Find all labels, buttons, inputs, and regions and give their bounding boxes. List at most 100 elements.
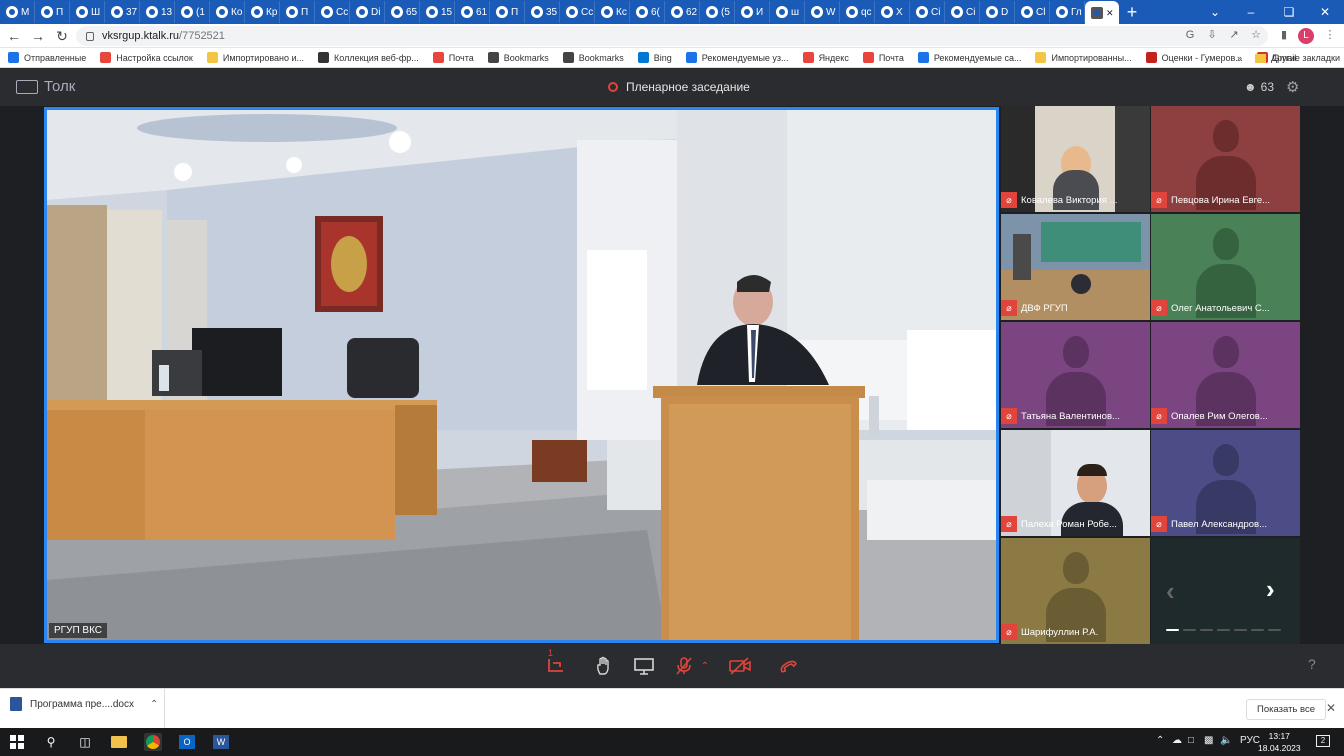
- participant-tile[interactable]: ⌀ Олег Анатольевич С...: [1151, 214, 1300, 320]
- page-dot[interactable]: [1268, 629, 1281, 631]
- word-icon[interactable]: W: [212, 733, 230, 751]
- browser-tab[interactable]: Кр: [245, 1, 280, 23]
- mic-button[interactable]: [672, 654, 696, 678]
- next-page-icon[interactable]: ›: [1266, 574, 1275, 605]
- browser-tab[interactable]: Кс: [595, 1, 630, 23]
- download-item[interactable]: Программа пре....docx ⌃: [10, 697, 158, 711]
- participant-tile[interactable]: ⌀ Палеха Роман Робе...: [1001, 430, 1150, 536]
- gear-icon[interactable]: ⚙: [1286, 78, 1299, 96]
- participant-tile[interactable]: ⌀ Татьяна Валентинов...: [1001, 322, 1150, 428]
- bookmark-item[interactable]: Почта: [432, 52, 474, 63]
- browser-tab[interactable]: (5: [700, 1, 735, 23]
- browser-tab[interactable]: Х: [875, 1, 910, 23]
- bookmark-item[interactable]: Почта: [862, 52, 904, 63]
- browser-tab[interactable]: П: [280, 1, 315, 23]
- browser-tab[interactable]: М: [0, 1, 35, 23]
- back-icon[interactable]: ←: [4, 26, 24, 46]
- page-dot[interactable]: [1166, 629, 1179, 631]
- participant-tile[interactable]: ⌀ ДВФ РГУП: [1001, 214, 1150, 320]
- network-icon[interactable]: ▩: [1204, 735, 1213, 746]
- browser-tab[interactable]: 61: [455, 1, 490, 23]
- browser-tab[interactable]: 65: [385, 1, 420, 23]
- participant-tile[interactable]: ⌀ Опалев Рим Олегов...: [1151, 322, 1300, 428]
- browser-tab[interactable]: 15: [420, 1, 455, 23]
- page-dot[interactable]: [1217, 629, 1230, 631]
- chevron-up-icon[interactable]: ⌃: [150, 699, 158, 710]
- show-all-downloads-button[interactable]: Показать все: [1246, 699, 1326, 720]
- bookmark-item[interactable]: Bookmarks: [487, 52, 549, 63]
- browser-tab[interactable]: П: [35, 1, 70, 23]
- browser-tab[interactable]: 13: [140, 1, 175, 23]
- hangup-button[interactable]: [776, 654, 800, 678]
- bookmark-item[interactable]: Настройка ссылок: [100, 52, 193, 63]
- other-bookmarks[interactable]: » Другие закладки: [1237, 48, 1340, 68]
- browser-tab[interactable]: Di: [350, 1, 385, 23]
- browser-tab[interactable]: Гл: [1050, 1, 1085, 23]
- raise-hand-button[interactable]: [592, 654, 616, 678]
- participant-tile[interactable]: ⌀ Певцова Ирина Евге...: [1151, 106, 1300, 212]
- share-icon[interactable]: ↗: [1228, 29, 1240, 41]
- browser-tab[interactable]: Сі: [945, 1, 980, 23]
- tray-overflow-icon[interactable]: ⌃: [1156, 735, 1164, 746]
- star-icon[interactable]: ☆: [1250, 29, 1262, 41]
- browser-tab[interactable]: Ко: [210, 1, 245, 23]
- page-dot[interactable]: [1200, 629, 1213, 631]
- browser-tab[interactable]: П: [490, 1, 525, 23]
- app-brand[interactable]: Толк: [16, 78, 75, 95]
- window-close-icon[interactable]: ✕: [1306, 0, 1344, 24]
- browser-tab[interactable]: И: [735, 1, 770, 23]
- close-icon[interactable]: ✕: [1326, 701, 1336, 715]
- onedrive-icon[interactable]: ☁: [1172, 735, 1182, 746]
- page-dot[interactable]: [1183, 629, 1196, 631]
- notifications-badge[interactable]: 2: [1316, 735, 1330, 747]
- tab-search-icon[interactable]: ⌄: [1196, 0, 1234, 24]
- restore-icon[interactable]: ❏: [1270, 0, 1308, 24]
- participants-button[interactable]: ☻ 63: [1244, 80, 1274, 94]
- screen-button[interactable]: [632, 654, 656, 678]
- office-icon[interactable]: □: [1188, 735, 1194, 746]
- browser-tab[interactable]: 6(: [630, 1, 665, 23]
- help-icon[interactable]: ?: [1308, 656, 1316, 672]
- bookmark-item[interactable]: Яндекс: [802, 52, 849, 63]
- file-explorer-icon[interactable]: [110, 733, 128, 751]
- browser-tab[interactable]: Сс: [315, 1, 350, 23]
- windows-start-icon[interactable]: [8, 733, 26, 751]
- clock[interactable]: 13:17 18.04.2023: [1258, 730, 1301, 754]
- browser-tab-active[interactable]: ✕: [1085, 1, 1119, 25]
- browser-tab[interactable]: D: [980, 1, 1015, 23]
- forward-icon[interactable]: →: [28, 26, 48, 46]
- bookmark-item[interactable]: Импортированны...: [1035, 52, 1132, 63]
- reload-icon[interactable]: ↻: [52, 26, 72, 46]
- page-dot[interactable]: [1251, 629, 1264, 631]
- share-screen-button[interactable]: 1: [544, 648, 568, 678]
- browser-tab[interactable]: 35: [525, 1, 560, 23]
- browser-tab[interactable]: Сс: [560, 1, 595, 23]
- volume-icon[interactable]: 🔈: [1220, 735, 1232, 746]
- bookmark-item[interactable]: Bing: [637, 52, 672, 63]
- chrome-icon[interactable]: [144, 733, 162, 751]
- address-bar[interactable]: vksrgup.ktalk.ru/7752521: [76, 26, 1268, 46]
- profile-avatar[interactable]: L: [1298, 28, 1314, 44]
- kebab-menu-icon[interactable]: ⋮: [1324, 29, 1336, 41]
- new-tab-icon[interactable]: +: [1119, 1, 1145, 23]
- browser-tab[interactable]: Сі: [910, 1, 945, 23]
- bookmark-item[interactable]: Отправленные: [8, 52, 86, 63]
- participant-tile[interactable]: ⌀ Шарифуллин Р.А.: [1001, 538, 1150, 644]
- camera-button[interactable]: [728, 654, 752, 678]
- bookmark-item[interactable]: Bookmarks: [562, 52, 624, 63]
- outlook-icon[interactable]: O: [178, 733, 196, 751]
- search-icon[interactable]: ⚲: [42, 733, 60, 751]
- browser-tab[interactable]: 62: [665, 1, 700, 23]
- browser-tab[interactable]: ш: [770, 1, 805, 23]
- tab-close-icon[interactable]: ✕: [1106, 8, 1114, 19]
- prev-page-icon[interactable]: ‹: [1166, 576, 1175, 607]
- bookmark-item[interactable]: Оценки - Гумеров...: [1145, 52, 1243, 63]
- browser-tab[interactable]: W: [805, 1, 840, 23]
- bookmark-item[interactable]: Коллекция веб-фр...: [318, 52, 419, 63]
- minimize-icon[interactable]: –: [1232, 0, 1270, 24]
- participant-tile[interactable]: ⌀ Ковалева Виктория ...: [1001, 106, 1150, 212]
- sidepanel-icon[interactable]: ▮: [1278, 29, 1290, 41]
- bookmark-item[interactable]: Импортировано и...: [206, 52, 304, 63]
- task-view-icon[interactable]: ◫: [76, 733, 94, 751]
- browser-tab[interactable]: (1: [175, 1, 210, 23]
